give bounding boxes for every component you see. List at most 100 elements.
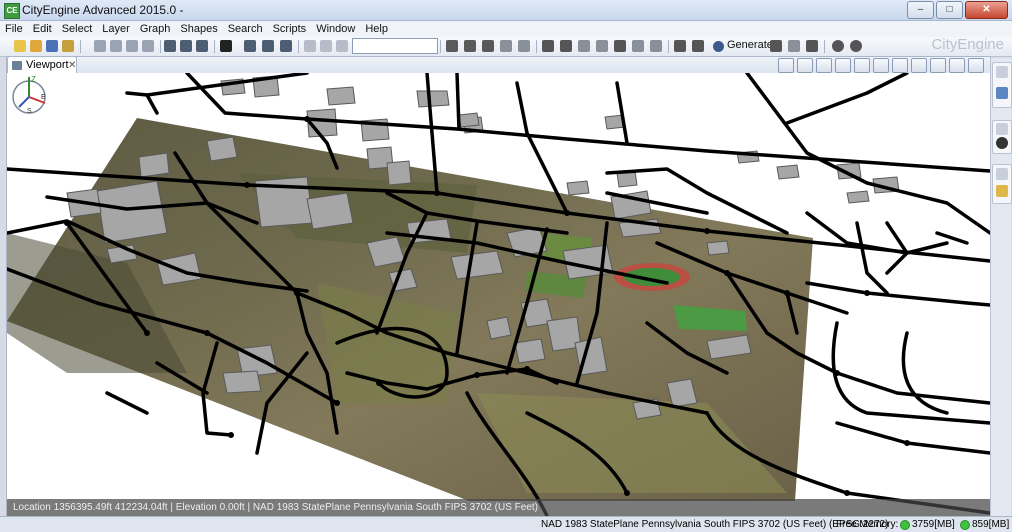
- move-icon[interactable]: [244, 40, 256, 52]
- select-arrow-icon[interactable]: [220, 40, 232, 52]
- restore-icon[interactable]: [996, 123, 1008, 135]
- street-node: [64, 220, 70, 226]
- rotate-object-icon[interactable]: [280, 40, 292, 52]
- wireframe-icon[interactable]: [778, 58, 794, 73]
- cleanup-models-icon[interactable]: [806, 40, 818, 52]
- viewport-toolbar: [778, 58, 984, 73]
- shape-tool-icon[interactable]: [542, 40, 554, 52]
- open-folder-icon[interactable]: [30, 40, 42, 52]
- street: [745, 73, 990, 235]
- menu-graph[interactable]: Graph: [135, 23, 176, 35]
- simplify-graph-icon[interactable]: [500, 40, 512, 52]
- street: [831, 321, 990, 425]
- toolbar-separator: [824, 40, 825, 53]
- menu-help[interactable]: Help: [360, 23, 393, 35]
- zoom-icon[interactable]: [196, 40, 208, 52]
- close-button[interactable]: ✕: [965, 1, 1008, 19]
- tab-viewport[interactable]: Viewport ✕: [7, 56, 77, 73]
- snap-icon[interactable]: [304, 40, 316, 52]
- lock-icon[interactable]: [336, 40, 348, 52]
- street-tool-icon[interactable]: [446, 40, 458, 52]
- models-icon[interactable]: [692, 40, 704, 52]
- toolbar-separator: [536, 40, 537, 53]
- textured-icon[interactable]: [816, 58, 832, 73]
- menu-file[interactable]: File: [0, 23, 28, 35]
- rotate-icon[interactable]: [180, 40, 192, 52]
- minimize-button[interactable]: –: [907, 1, 934, 19]
- folder-icon[interactable]: [996, 185, 1008, 197]
- delete-icon[interactable]: [142, 40, 154, 52]
- align-graph-icon[interactable]: [518, 40, 530, 52]
- paste-icon[interactable]: [126, 40, 138, 52]
- menu-search[interactable]: Search: [223, 23, 268, 35]
- side-stack-1: [992, 62, 1012, 108]
- maximize-view-icon[interactable]: [968, 58, 984, 73]
- menu-select[interactable]: Select: [57, 23, 98, 35]
- cloud-icon[interactable]: [850, 40, 862, 52]
- viewport-canvas[interactable]: Location 1356395.49ft 412234.04ft | Elev…: [6, 73, 990, 516]
- toolbar-separator: [668, 40, 669, 53]
- compass-icon[interactable]: Z E S: [7, 73, 51, 117]
- cut-icon[interactable]: [94, 40, 106, 52]
- restore-icon[interactable]: [996, 168, 1008, 180]
- combine-icon[interactable]: [650, 40, 662, 52]
- offset-icon[interactable]: [596, 40, 608, 52]
- pan-icon[interactable]: [164, 40, 176, 52]
- minimize-view-icon[interactable]: [949, 58, 965, 73]
- memory-status-icon: [960, 520, 970, 530]
- street-node: [864, 290, 870, 296]
- scale-icon[interactable]: [262, 40, 274, 52]
- building: [96, 180, 168, 244]
- building: [138, 152, 170, 178]
- menu-window[interactable]: Window: [311, 23, 360, 35]
- building: [206, 136, 238, 162]
- navigator-icon[interactable]: [996, 87, 1008, 99]
- toolbar-separator: [440, 40, 441, 53]
- shadows-icon[interactable]: [835, 58, 851, 73]
- street: [805, 281, 990, 307]
- street-node: [724, 270, 730, 276]
- star-icon[interactable]: [930, 58, 946, 73]
- grow-streets-icon[interactable]: [464, 40, 476, 52]
- street-node: [434, 190, 440, 196]
- split-icon[interactable]: [632, 40, 644, 52]
- save-icon[interactable]: [46, 40, 58, 52]
- menu-scripts[interactable]: Scripts: [268, 23, 312, 35]
- info-icon[interactable]: [996, 137, 1008, 149]
- close-icon[interactable]: ✕: [68, 57, 76, 74]
- generate-button[interactable]: Generate: [713, 39, 773, 52]
- subdivide-icon[interactable]: [578, 40, 590, 52]
- gear-icon[interactable]: [911, 58, 927, 73]
- measure-icon[interactable]: [320, 40, 332, 52]
- toolbar-separator: [160, 40, 161, 53]
- building: [776, 164, 800, 180]
- camera-menu-icon[interactable]: [892, 58, 908, 73]
- copy-icon[interactable]: [110, 40, 122, 52]
- free-memory-label: Free Memory:: [836, 519, 899, 530]
- light-icon[interactable]: [832, 40, 844, 52]
- brush-icon[interactable]: [62, 40, 74, 52]
- street-node: [474, 372, 480, 378]
- new-icon[interactable]: [14, 40, 26, 52]
- update-icon[interactable]: [770, 40, 782, 52]
- texture-icon[interactable]: [614, 40, 626, 52]
- building: [386, 160, 412, 186]
- maximize-button[interactable]: □: [936, 1, 963, 19]
- menu-edit[interactable]: Edit: [28, 23, 57, 35]
- export-icon[interactable]: [788, 40, 800, 52]
- polygon-shape-icon[interactable]: [560, 40, 572, 52]
- street-node: [844, 490, 850, 496]
- bookmarks-icon[interactable]: [854, 58, 870, 73]
- camera-icon[interactable]: [873, 58, 889, 73]
- shaded-icon[interactable]: [797, 58, 813, 73]
- rule-icon[interactable]: [674, 40, 686, 52]
- main-toolbar: Generate CityEngine: [0, 36, 1012, 57]
- menu-shapes[interactable]: Shapes: [175, 23, 222, 35]
- cleanup-graph-icon[interactable]: [482, 40, 494, 52]
- building: [416, 90, 450, 108]
- compass-label-e: E: [41, 94, 46, 101]
- toolbar-search-input[interactable]: [352, 38, 438, 54]
- menu-layer[interactable]: Layer: [97, 23, 135, 35]
- restore-icon[interactable]: [996, 66, 1008, 78]
- street-node: [904, 440, 910, 446]
